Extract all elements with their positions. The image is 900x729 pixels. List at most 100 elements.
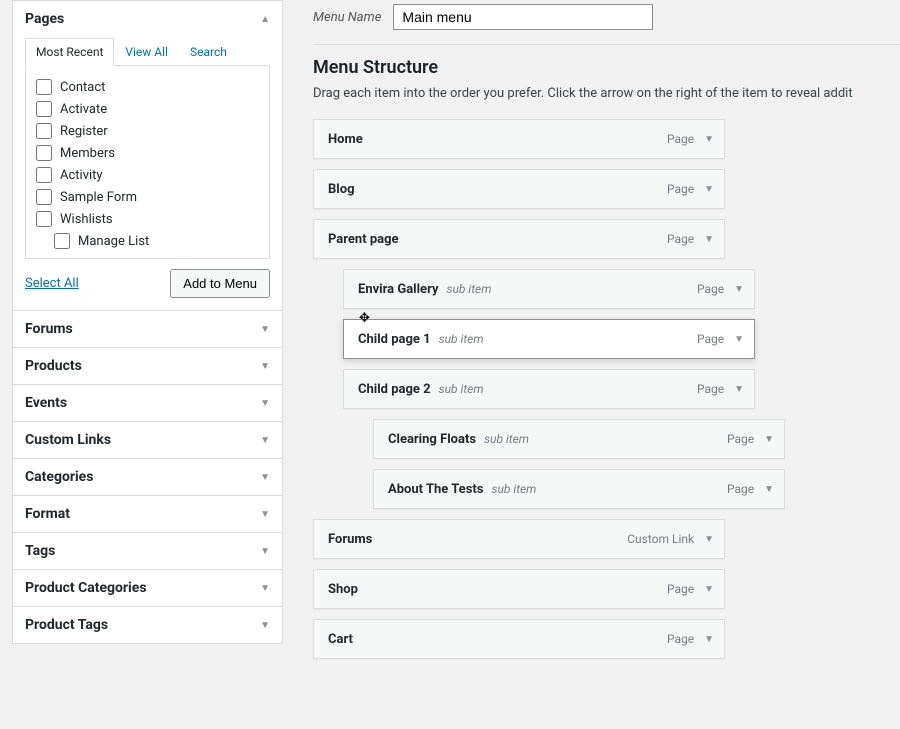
chevron-down-icon[interactable]: ▼ bbox=[704, 534, 714, 545]
menu-item[interactable]: HomePage▼ bbox=[313, 119, 725, 159]
metabox-header[interactable]: Product Tags▼ bbox=[13, 607, 282, 643]
menu-item[interactable]: Envira Gallerysub itemPage▼ bbox=[343, 269, 755, 309]
chevron-down-icon[interactable]: ▼ bbox=[704, 184, 714, 195]
chevron-down-icon[interactable]: ▼ bbox=[704, 634, 714, 645]
page-checkbox-row[interactable]: Register bbox=[36, 120, 259, 142]
menu-item-type: Page bbox=[697, 332, 724, 346]
menu-item[interactable]: ForumsCustom Link▼ bbox=[313, 519, 725, 559]
metabox-pages-header[interactable]: Pages ▲ bbox=[13, 1, 282, 37]
menu-item[interactable]: Clearing Floatssub itemPage▼ bbox=[373, 419, 785, 459]
menu-item-sub-label: sub item bbox=[447, 282, 492, 296]
menu-item-type: Custom Link bbox=[627, 532, 694, 546]
page-checkbox-row[interactable]: Activity bbox=[36, 164, 259, 186]
page-checkbox-row[interactable]: Manage List bbox=[36, 230, 259, 252]
chevron-down-icon[interactable]: ▼ bbox=[704, 234, 714, 245]
menu-item-title: Blog bbox=[328, 182, 355, 197]
metabox-title: Categories bbox=[25, 469, 93, 485]
page-checkbox[interactable] bbox=[36, 101, 52, 117]
page-checkbox[interactable] bbox=[36, 79, 52, 95]
metabox-header[interactable]: Format▼ bbox=[13, 496, 282, 532]
metabox-collapsed: Product Categories ▼ bbox=[12, 569, 283, 607]
menu-item-type: Page bbox=[667, 232, 694, 246]
metabox-header[interactable]: Events ▼ bbox=[13, 385, 282, 421]
tab-most-recent[interactable]: Most Recent bbox=[25, 38, 114, 66]
page-checkbox[interactable] bbox=[36, 123, 52, 139]
separator bbox=[313, 44, 900, 45]
tab-view-all[interactable]: View All bbox=[114, 38, 179, 66]
menu-item[interactable]: Blog Page ▼ bbox=[313, 169, 725, 209]
page-checkbox-label: Sample Form bbox=[60, 190, 137, 205]
metabox-header[interactable]: Custom Links▼ bbox=[13, 422, 282, 458]
page-checkbox-row[interactable]: Contact bbox=[36, 76, 259, 98]
menu-item[interactable]: Cart Page ▼ bbox=[313, 619, 725, 659]
menu-item[interactable]: Child page 2sub itemPage▼ bbox=[343, 369, 755, 409]
chevron-down-icon[interactable]: ▼ bbox=[734, 384, 744, 395]
chevron-down-icon[interactable]: ▼ bbox=[734, 284, 744, 295]
menu-item-type: Page bbox=[667, 182, 694, 196]
menu-item-title: Child page 1 bbox=[358, 332, 431, 347]
page-checkbox-label: Register bbox=[60, 124, 108, 139]
metabox-collapsed: Format▼ bbox=[12, 495, 283, 533]
menu-item-title: Parent page bbox=[328, 232, 399, 247]
menu-item-sub-label: sub item bbox=[439, 382, 484, 396]
select-all-link[interactable]: Select All bbox=[25, 276, 79, 291]
menu-name-label: Menu Name bbox=[313, 10, 381, 25]
menu-item[interactable]: Parent page Page ▼ bbox=[313, 219, 725, 259]
menu-item-title: Envira Gallery bbox=[358, 282, 439, 297]
metabox-title: Forums bbox=[25, 321, 73, 337]
metabox-header[interactable]: Tags▼ bbox=[13, 533, 282, 569]
tab-search[interactable]: Search bbox=[179, 38, 238, 66]
menu-item[interactable]: About The Testssub itemPage▼ bbox=[373, 469, 785, 509]
metabox-pages-body: Most Recent View All Search Contact Activ… bbox=[13, 37, 282, 310]
pages-list: Contact Activate Register Members Activity Sa… bbox=[25, 65, 270, 259]
menu-item-title: Child page 2 bbox=[358, 382, 431, 397]
chevron-down-icon: ▼ bbox=[260, 509, 270, 520]
metabox-collapsed: Categories▼ bbox=[12, 458, 283, 496]
menu-item-sub-label: sub item bbox=[484, 432, 529, 446]
menu-item-sub-label: sub item bbox=[439, 332, 484, 346]
metabox-collapsed: Products▼ bbox=[12, 347, 283, 385]
page-checkbox-row[interactable]: Members bbox=[36, 142, 259, 164]
menu-item-title: About The Tests bbox=[388, 482, 483, 497]
menu-name-input[interactable] bbox=[393, 4, 653, 30]
menu-item-type: Page bbox=[667, 632, 694, 646]
metabox-title: Events bbox=[25, 395, 67, 411]
chevron-down-icon[interactable]: ▼ bbox=[734, 334, 744, 345]
chevron-down-icon[interactable]: ▼ bbox=[764, 434, 774, 445]
metabox-title: Product Categories bbox=[25, 580, 147, 596]
page-checkbox[interactable] bbox=[36, 211, 52, 227]
sidebar: Pages ▲ Most Recent View All Search Cont… bbox=[0, 0, 295, 729]
menu-item[interactable]: Child page 1 sub item Page ▼ bbox=[343, 319, 755, 359]
metabox-header[interactable]: Product Categories ▼ bbox=[13, 570, 282, 606]
add-to-menu-button[interactable]: Add to Menu bbox=[170, 269, 270, 298]
menu-item-sub-label: sub item bbox=[491, 482, 536, 496]
chevron-down-icon: ▼ bbox=[260, 583, 270, 594]
menu-structure-heading: Menu Structure bbox=[313, 57, 900, 78]
page-checkbox[interactable] bbox=[36, 145, 52, 161]
page-checkbox-label: Contact bbox=[60, 80, 105, 95]
page-checkbox-label: Activity bbox=[60, 168, 103, 183]
page-checkbox-row[interactable]: Activate bbox=[36, 98, 259, 120]
chevron-down-icon: ▼ bbox=[260, 398, 270, 409]
metabox-header[interactable]: Forums ▼ bbox=[13, 311, 282, 347]
menu-item[interactable]: ShopPage▼ bbox=[313, 569, 725, 609]
menu-items: HomePage▼BlogPage▼Parent pagePage▼Envira… bbox=[313, 119, 900, 659]
page-checkbox-row[interactable]: Sample Form bbox=[36, 186, 259, 208]
menu-item-title: Home bbox=[328, 132, 363, 147]
chevron-down-icon[interactable]: ▼ bbox=[764, 484, 774, 495]
chevron-down-icon[interactable]: ▼ bbox=[704, 134, 714, 145]
chevron-down-icon[interactable]: ▼ bbox=[704, 584, 714, 595]
metabox-pages: Pages ▲ Most Recent View All Search Cont… bbox=[12, 0, 283, 311]
metabox-collapsed: Events ▼ bbox=[12, 384, 283, 422]
menu-item-type: Page bbox=[667, 582, 694, 596]
chevron-down-icon: ▼ bbox=[260, 435, 270, 446]
metabox-header[interactable]: Categories▼ bbox=[13, 459, 282, 495]
page-checkbox-row[interactable]: Wishlists bbox=[36, 208, 259, 230]
page-checkbox[interactable] bbox=[36, 189, 52, 205]
metabox-header[interactable]: Products▼ bbox=[13, 348, 282, 384]
metabox-title: Tags bbox=[25, 543, 55, 559]
menu-item-title: Cart bbox=[328, 632, 353, 647]
page-checkbox[interactable] bbox=[36, 167, 52, 183]
chevron-down-icon: ▼ bbox=[260, 324, 270, 335]
page-checkbox[interactable] bbox=[54, 233, 70, 249]
